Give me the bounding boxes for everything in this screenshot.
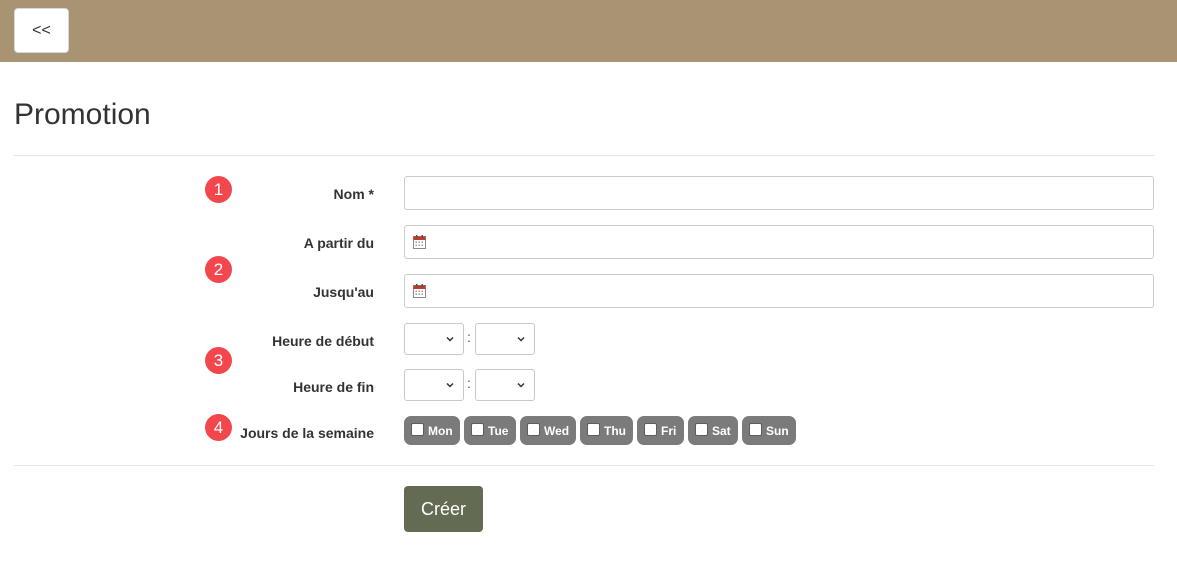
day-checkbox[interactable] [587, 422, 600, 436]
header-bar: << [0, 0, 1177, 62]
name-label: Nom * [333, 186, 374, 202]
day-label: Tue [488, 423, 509, 438]
day-checkbox[interactable] [749, 422, 762, 436]
day-toggle-mon[interactable]: Mon [404, 416, 460, 445]
day-toggle-tue[interactable]: Tue [464, 416, 516, 445]
chevron-down-icon [446, 336, 454, 342]
day-toggle-fri[interactable]: Fri [637, 416, 684, 445]
page-title: Promotion [14, 98, 151, 131]
end-hour-select[interactable] [404, 369, 464, 401]
chevron-down-icon [517, 336, 525, 342]
day-label: Wed [544, 423, 570, 438]
day-label: Thu [604, 423, 626, 438]
day-label: Sun [766, 423, 789, 438]
end-time-label: Heure de fin [293, 379, 374, 395]
day-label: Sat [712, 423, 731, 438]
start-time-separator: : [467, 329, 471, 345]
calendar-icon[interactable] [413, 235, 426, 249]
day-toggle-sat[interactable]: Sat [688, 416, 738, 445]
back-button[interactable]: << [14, 8, 69, 53]
calendar-icon[interactable] [413, 284, 426, 298]
end-minute-select[interactable] [475, 369, 535, 401]
day-toggle-sun[interactable]: Sun [742, 416, 796, 445]
day-checkbox[interactable] [695, 422, 708, 436]
day-checkbox[interactable] [644, 422, 657, 436]
chevron-down-icon [517, 382, 525, 388]
weekdays-label: Jours de la semaine [240, 425, 374, 441]
step-badge-3: 3 [205, 347, 232, 374]
divider-top [14, 155, 1154, 156]
name-input[interactable] [404, 176, 1154, 210]
step-badge-1: 1 [205, 176, 232, 203]
start-hour-select[interactable] [404, 323, 464, 355]
day-toggle-thu[interactable]: Thu [580, 416, 633, 445]
start-date-label: A partir du [303, 235, 374, 251]
step-badge-2: 2 [205, 256, 232, 283]
day-checkbox[interactable] [527, 422, 540, 436]
end-date-input[interactable] [404, 274, 1154, 308]
end-time-separator: : [467, 375, 471, 391]
start-date-input[interactable] [404, 225, 1154, 259]
day-checkbox[interactable] [411, 422, 424, 436]
create-button[interactable]: Créer [404, 486, 483, 532]
start-minute-select[interactable] [475, 323, 535, 355]
day-checkbox[interactable] [471, 422, 484, 436]
start-time-label: Heure de début [272, 333, 374, 349]
chevron-down-icon [446, 382, 454, 388]
day-label: Fri [661, 423, 677, 438]
step-badge-4: 4 [205, 414, 232, 441]
end-date-label: Jusqu'au [313, 284, 374, 300]
day-toggle-wed[interactable]: Wed [520, 416, 576, 445]
day-label: Mon [428, 423, 453, 438]
divider-bottom [14, 465, 1154, 466]
